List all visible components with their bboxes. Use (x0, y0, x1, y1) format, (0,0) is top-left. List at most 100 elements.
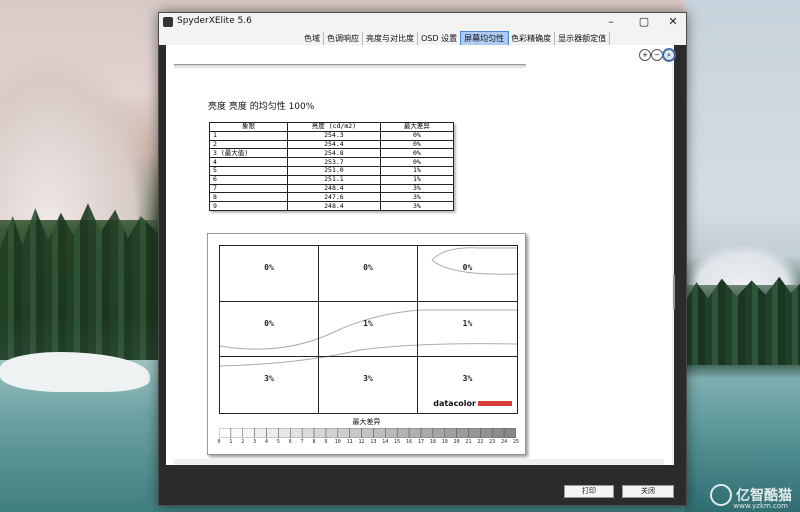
luminance-cell: 248.4 (287, 183, 381, 194)
close-button[interactable]: 关闭 (622, 485, 674, 498)
luminance-cell: 254.3 (287, 130, 381, 141)
scale-step (230, 428, 244, 438)
scale-label: 23 (489, 439, 496, 445)
map-cell: 0% (418, 246, 517, 302)
scale-label: 13 (370, 439, 377, 445)
scale-label: 19 (441, 439, 448, 445)
table-row: 2 254.4 0% (208, 139, 455, 150)
datacolor-logo: datacolor (433, 399, 512, 408)
scale-step (219, 428, 232, 438)
tab-color-accuracy[interactable]: 色彩精确度 (508, 32, 556, 45)
page-shadow (174, 65, 526, 69)
scale-label: 9 (324, 439, 328, 445)
watermark: 亿智酷猫 www.yzkm.com (710, 484, 792, 510)
snow-hills-right (685, 245, 800, 285)
vertical-scrollbar[interactable] (672, 63, 674, 465)
luminance-cell: 248.4 (287, 201, 381, 211)
scale-step (313, 428, 327, 438)
luminance-cell: 251.0 (287, 165, 381, 176)
difference-scale (219, 428, 516, 438)
scale-label: 25 (512, 439, 520, 445)
scale-step (420, 428, 434, 438)
app-window: SpyderXElite 5.6 – ▢ ✕ 色域 色调响应 亮度与对比度 OS… (158, 12, 687, 506)
bottom-bar: 打印 关闭 (159, 465, 686, 505)
scale-step (325, 428, 339, 438)
scale-label: 4 (265, 439, 269, 445)
difference-cell: 1% (379, 165, 455, 176)
scale-step (385, 428, 398, 438)
luminance-cell: 253.7 (287, 157, 381, 167)
maximize-icon[interactable]: ▢ (633, 14, 655, 30)
scale-label: 21 (465, 439, 472, 445)
scale-label: 5 (276, 439, 280, 445)
tab-display-rating[interactable]: 显示器额定值 (555, 32, 611, 45)
scale-step (266, 428, 279, 438)
scale-label: 1 (229, 439, 233, 445)
brand-text: datacolor (433, 399, 476, 408)
legend-title: 最大差异 (352, 418, 381, 426)
scale-label: 15 (394, 439, 401, 445)
quadrant-cell: 1 (208, 130, 289, 141)
quadrant-cell: 3 (最大值) (208, 148, 289, 159)
difference-cell: 1% (379, 174, 455, 185)
scale-step (503, 428, 516, 438)
scale-label: 20 (453, 439, 460, 445)
scale-label: 22 (477, 439, 484, 445)
quadrant-cell: 6 (208, 174, 289, 185)
scale-step (242, 428, 255, 438)
luminance-cell: 254.8 (287, 148, 381, 159)
quadrant-cell: 8 (208, 192, 289, 203)
report-tabs: 色域 色调响应 亮度与对比度 OSD 设置 屏幕均匀性 色彩精确度 显示器额定值 (301, 31, 611, 46)
watermark-url: www.yzkm.com (733, 502, 788, 510)
scale-step (432, 428, 445, 438)
scale-label: 7 (300, 439, 304, 445)
scale-label: 2 (241, 439, 245, 445)
table-row: 6 251.1 1% (208, 174, 455, 185)
zoom-in-icon[interactable]: + (639, 49, 651, 61)
quadrant-cell: 5 (208, 165, 289, 176)
column-header-quadrant: 象限 (208, 122, 289, 132)
title-bar[interactable]: SpyderXElite 5.6 – ▢ ✕ (159, 13, 686, 31)
scale-label: 6 (288, 439, 292, 445)
luminance-cell: 251.1 (287, 174, 381, 185)
vertical-scroll-thumb[interactable] (673, 275, 675, 309)
scale-step (491, 428, 505, 438)
watermark-logo-icon (710, 484, 732, 506)
zoom-fit-icon[interactable]: ⌕ (662, 48, 676, 62)
scale-label: 11 (346, 439, 353, 445)
tab-gamut[interactable]: 色域 (301, 32, 324, 45)
scale-step (456, 428, 469, 438)
tab-brightness-contrast[interactable]: 亮度与对比度 (363, 32, 418, 45)
quadrant-cell: 9 (208, 201, 289, 211)
difference-cell: 0% (379, 157, 455, 167)
scale-label: 10 (334, 439, 341, 445)
scale-label: 16 (406, 439, 413, 445)
luminance-cell: 247.6 (287, 192, 381, 203)
difference-cell: 0% (379, 148, 455, 159)
uniformity-map-panel: 0% 0% 0% 0% 1% 1% 3% 3% 3% datacolor 最大差… (207, 233, 526, 455)
map-cell: 0% (319, 246, 418, 302)
zoom-out-icon[interactable]: − (651, 49, 663, 61)
luminance-cell: 254.4 (287, 139, 381, 150)
table-row: 1 254.3 0% (208, 130, 455, 141)
scale-label: 14 (382, 439, 389, 445)
minimize-icon[interactable]: – (600, 14, 622, 30)
scale-label: 0 (217, 439, 221, 445)
window-title: SpyderXElite 5.6 (177, 16, 252, 26)
map-cell: 0% (220, 246, 319, 302)
quadrant-cell: 7 (208, 183, 289, 194)
quadrant-cell: 4 (208, 157, 289, 167)
close-icon[interactable]: ✕ (662, 14, 684, 30)
tab-screen-uniformity[interactable]: 屏幕均匀性 (460, 31, 510, 46)
tab-tone-response[interactable]: 色调响应 (324, 32, 363, 45)
print-button[interactable]: 打印 (564, 485, 614, 498)
column-header-luminance: 亮度 (cd/m2) (287, 122, 381, 132)
map-cell: 1% (418, 302, 517, 358)
column-header-max-difference: 最大差异 (379, 122, 455, 132)
scale-step (301, 428, 315, 438)
report-viewer: + − ⌕ 亮度 亮度 的均匀性 100% 象限 亮度 (cd/m2) 最大差异… (166, 45, 676, 465)
app-icon (163, 17, 173, 27)
scale-step (361, 428, 374, 438)
section-heading: 亮度 亮度 的均匀性 100% (208, 102, 315, 112)
tab-osd-settings[interactable]: OSD 设置 (418, 32, 462, 45)
